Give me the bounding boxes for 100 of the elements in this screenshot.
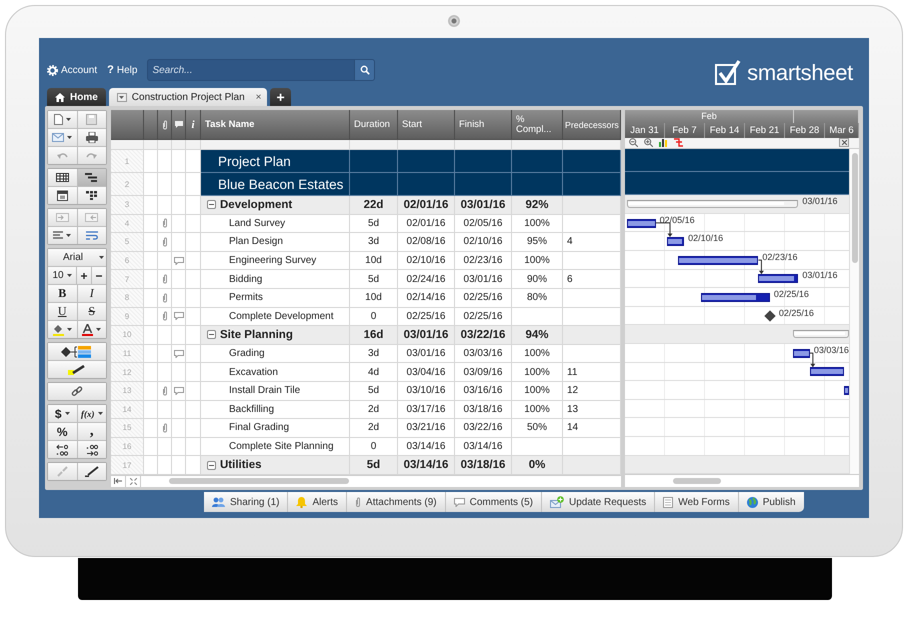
table-cell bbox=[563, 344, 621, 364]
summary-bar[interactable] bbox=[792, 330, 849, 338]
panel-tab[interactable]: Publish bbox=[738, 492, 804, 512]
milestone-marker[interactable] bbox=[764, 310, 776, 322]
formula-button[interactable]: f(x) bbox=[78, 405, 106, 422]
table-cell: 10d bbox=[350, 288, 398, 308]
table-cell bbox=[350, 150, 398, 173]
format-painter-button[interactable] bbox=[78, 463, 106, 480]
table-cell bbox=[455, 140, 512, 150]
column-header[interactable] bbox=[172, 110, 186, 140]
decrease-decimal-button[interactable] bbox=[78, 441, 106, 458]
tab-label: Publish bbox=[762, 496, 796, 508]
dependency-arrow bbox=[655, 222, 672, 238]
table-cell: 03/04/16 bbox=[398, 363, 455, 382]
card-view-button[interactable] bbox=[78, 187, 106, 204]
bold-button[interactable]: B bbox=[48, 285, 76, 302]
new-button[interactable] bbox=[48, 111, 76, 128]
bar-date-label: 02/23/16 bbox=[762, 252, 798, 262]
page-icon bbox=[54, 114, 63, 125]
panel-tab[interactable]: Alerts bbox=[288, 492, 348, 512]
table-cell: 03/01/16 bbox=[398, 344, 455, 364]
tab[interactable]: Construction Project Plan × bbox=[108, 88, 268, 106]
table-cell: 03/01/16 bbox=[455, 196, 512, 215]
task-bar[interactable] bbox=[678, 256, 758, 265]
increase-decimal-button[interactable] bbox=[48, 441, 76, 458]
column-header[interactable]: Finish bbox=[455, 110, 512, 140]
column-header[interactable]: Predecessors bbox=[563, 110, 621, 140]
week-header: Mar 6 bbox=[825, 122, 859, 138]
wrap-text-button[interactable] bbox=[78, 227, 106, 244]
panel-tab[interactable]: Web Forms bbox=[655, 492, 739, 512]
panel-tab[interactable]: Sharing (1) bbox=[204, 492, 288, 512]
text-color-icon bbox=[82, 324, 94, 336]
tab[interactable]: Home bbox=[47, 88, 106, 106]
grid-view-button[interactable] bbox=[48, 169, 76, 186]
caret-icon bbox=[66, 274, 72, 277]
row-number: 13 bbox=[111, 382, 144, 401]
highlight-button[interactable] bbox=[48, 361, 106, 378]
help-link[interactable]: ? Help bbox=[107, 64, 138, 76]
table-cell bbox=[512, 140, 563, 150]
account-link[interactable]: Account bbox=[47, 64, 98, 76]
table-cell: Blue Beacon Estates bbox=[201, 173, 350, 196]
close-button[interactable] bbox=[839, 138, 849, 148]
conditional-format-button[interactable] bbox=[48, 343, 106, 360]
table-cell bbox=[512, 173, 563, 196]
column-header[interactable]: Duration bbox=[350, 110, 398, 140]
search-button[interactable] bbox=[354, 60, 374, 80]
currency-button[interactable]: $ bbox=[48, 405, 76, 422]
table-cell: Project Plan bbox=[201, 150, 350, 173]
caret-icon bbox=[66, 328, 72, 331]
caret-icon bbox=[98, 412, 102, 415]
dependency-arrow bbox=[758, 260, 764, 274]
strikethrough-button[interactable]: S bbox=[78, 303, 106, 320]
increase-font-button[interactable]: + bbox=[77, 267, 91, 284]
font-dropdown[interactable]: Arial bbox=[48, 249, 106, 266]
scrollbar-thumb[interactable] bbox=[852, 153, 858, 264]
critical-path-icon bbox=[674, 138, 683, 148]
scrollbar-thumb[interactable] bbox=[673, 478, 721, 484]
table-cell: 02/05/16 bbox=[455, 214, 512, 234]
table-cell: 5d bbox=[350, 456, 398, 475]
print-button[interactable] bbox=[78, 129, 106, 146]
align-button[interactable] bbox=[48, 227, 76, 244]
task-bar[interactable] bbox=[792, 348, 810, 358]
task-bar[interactable] bbox=[701, 293, 770, 302]
task-bar[interactable] bbox=[667, 237, 684, 246]
calendar-view-button[interactable] bbox=[48, 187, 76, 204]
add-tab-button[interactable]: + bbox=[270, 88, 291, 106]
fill-color-button[interactable] bbox=[48, 321, 76, 338]
scroll-left-button[interactable] bbox=[111, 476, 126, 487]
task-bar[interactable] bbox=[627, 218, 656, 228]
tab-label: Comments (5) bbox=[470, 496, 533, 508]
column-header[interactable]: Start bbox=[398, 110, 455, 140]
column-header[interactable]: % Compl... bbox=[512, 110, 563, 140]
dropdown-icon[interactable] bbox=[116, 92, 127, 102]
underline-button[interactable]: U bbox=[48, 303, 76, 320]
panel-tab[interactable]: Update Requests bbox=[542, 492, 656, 512]
search-bar[interactable]: Search... bbox=[147, 59, 376, 81]
close-tab-button[interactable]: × bbox=[256, 92, 262, 102]
table-cell bbox=[563, 288, 621, 308]
paperclip-icon bbox=[162, 120, 168, 130]
table-cell: 100% bbox=[512, 363, 563, 382]
task-bar[interactable] bbox=[758, 274, 798, 284]
font-size-dropdown[interactable]: 10 bbox=[48, 267, 76, 284]
column-header[interactable]: i bbox=[186, 110, 201, 140]
column-header[interactable] bbox=[158, 110, 172, 140]
text-color-button[interactable] bbox=[78, 321, 106, 338]
panel-tab[interactable]: Attachments (9) bbox=[347, 492, 446, 512]
panel-tab[interactable]: Comments (5) bbox=[446, 492, 542, 512]
table-cell bbox=[455, 150, 512, 173]
decrease-font-button[interactable]: − bbox=[92, 267, 106, 284]
gantt-view-button[interactable] bbox=[78, 169, 106, 186]
search-field[interactable]: Search... bbox=[148, 64, 354, 76]
column-header[interactable]: Task Name bbox=[201, 110, 350, 140]
table-cell: 2d bbox=[350, 400, 398, 420]
percent-button[interactable]: % bbox=[48, 423, 76, 440]
italic-button[interactable]: I bbox=[78, 285, 106, 302]
summary-bar[interactable] bbox=[627, 200, 798, 208]
table-cell: 11 bbox=[563, 363, 621, 382]
task-bar[interactable] bbox=[810, 367, 844, 376]
scrollbar-thumb[interactable] bbox=[169, 478, 349, 484]
tab-label: Sharing (1) bbox=[230, 496, 280, 508]
